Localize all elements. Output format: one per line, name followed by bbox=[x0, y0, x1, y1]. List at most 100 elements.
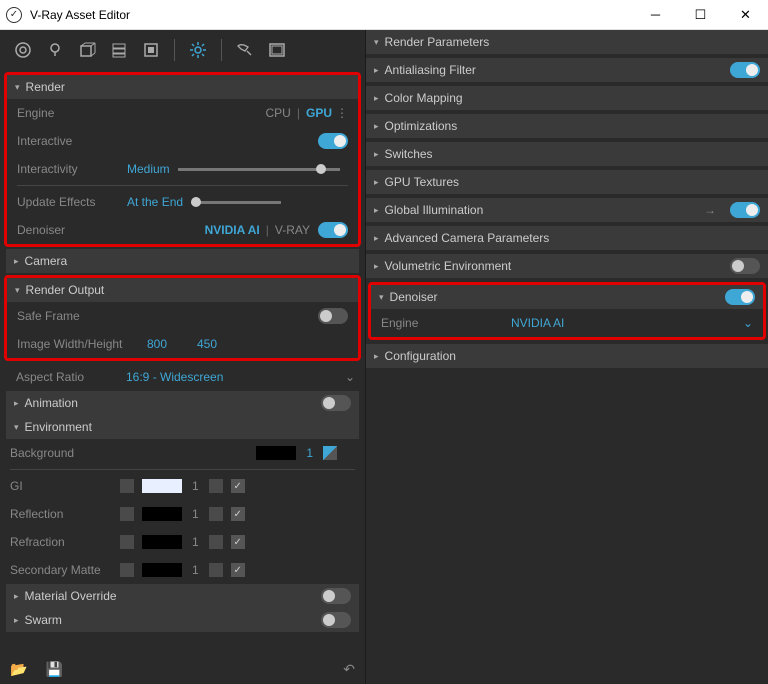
section-color-mapping[interactable]: Color Mapping bbox=[366, 86, 768, 110]
lights-icon[interactable] bbox=[42, 37, 68, 63]
render-elements-icon[interactable] bbox=[106, 37, 132, 63]
aa-filter-label: Antialiasing Filter bbox=[385, 63, 476, 77]
row-background: Background 1 bbox=[0, 439, 365, 467]
section-switches[interactable]: Switches bbox=[366, 142, 768, 166]
interactivity-value[interactable]: Medium bbox=[127, 162, 170, 176]
background-swatch[interactable] bbox=[256, 446, 296, 460]
refraction-num[interactable]: 1 bbox=[192, 535, 199, 549]
section-volumetric[interactable]: Volumetric Environment bbox=[366, 254, 768, 278]
safe-frame-toggle[interactable] bbox=[318, 308, 348, 324]
refraction-label: Refraction bbox=[10, 535, 120, 549]
section-camera-label: Camera bbox=[25, 254, 68, 268]
geometry-icon[interactable] bbox=[74, 37, 100, 63]
section-camera[interactable]: Camera bbox=[6, 249, 359, 273]
animation-toggle[interactable] bbox=[321, 395, 351, 411]
color-mapping-label: Color Mapping bbox=[385, 91, 463, 105]
section-global-illumination[interactable]: Global Illumination → bbox=[366, 198, 768, 222]
right-panel: Render Parameters Antialiasing Filter Co… bbox=[365, 30, 768, 684]
section-optimizations[interactable]: Optimizations bbox=[366, 114, 768, 138]
section-render-params[interactable]: Render Parameters bbox=[366, 30, 768, 54]
gi-num[interactable]: 1 bbox=[192, 479, 199, 493]
row-secondary-matte: Secondary Matte 1 ✓ bbox=[0, 556, 365, 584]
render-frame-icon[interactable] bbox=[264, 37, 290, 63]
materials-icon[interactable] bbox=[10, 37, 36, 63]
secondary-matte-check[interactable]: ✓ bbox=[231, 563, 245, 577]
swarm-toggle[interactable] bbox=[321, 612, 351, 628]
denoiser-nvidia-option[interactable]: NVIDIA AI bbox=[205, 223, 260, 237]
background-num[interactable]: 1 bbox=[306, 446, 313, 460]
chevron-down-icon[interactable]: ⌄ bbox=[345, 370, 355, 384]
settings-icon[interactable] bbox=[185, 37, 211, 63]
optimizations-label: Optimizations bbox=[385, 119, 458, 133]
section-animation[interactable]: Animation bbox=[6, 391, 359, 415]
secondary-matte-num[interactable]: 1 bbox=[192, 563, 199, 577]
secondary-matte-map-icon[interactable] bbox=[209, 563, 223, 577]
engine-gpu-option[interactable]: GPU bbox=[306, 106, 332, 120]
secondary-matte-enable[interactable] bbox=[120, 563, 134, 577]
section-denoiser-right[interactable]: Denoiser bbox=[371, 285, 763, 309]
row-interactive: Interactive bbox=[7, 127, 358, 155]
volumetric-label: Volumetric Environment bbox=[385, 259, 512, 273]
reflection-num[interactable]: 1 bbox=[192, 507, 199, 521]
render-section-highlight: Render Engine CPU | GPU ⋮ Interactive In… bbox=[4, 72, 361, 247]
app-icon bbox=[6, 7, 22, 23]
global-illum-toggle[interactable] bbox=[730, 202, 760, 218]
image-height-value[interactable]: 450 bbox=[197, 337, 217, 351]
gi-enable[interactable] bbox=[120, 479, 134, 493]
reflection-enable[interactable] bbox=[120, 507, 134, 521]
maximize-button[interactable]: ☐ bbox=[678, 0, 723, 30]
section-adv-camera[interactable]: Advanced Camera Parameters bbox=[366, 226, 768, 250]
section-material-override[interactable]: Material Override bbox=[6, 584, 359, 608]
textures-icon[interactable] bbox=[138, 37, 164, 63]
section-gpu-textures[interactable]: GPU Textures bbox=[366, 170, 768, 194]
interactivity-label: Interactivity bbox=[17, 162, 127, 176]
section-aa-filter[interactable]: Antialiasing Filter bbox=[366, 58, 768, 82]
close-button[interactable]: ✕ bbox=[723, 0, 768, 30]
gi-map-icon[interactable] bbox=[209, 479, 223, 493]
interactivity-slider[interactable] bbox=[178, 168, 340, 171]
material-override-toggle[interactable] bbox=[321, 588, 351, 604]
aspect-label: Aspect Ratio bbox=[16, 370, 126, 384]
reflection-check[interactable]: ✓ bbox=[231, 507, 245, 521]
dropdown-icon[interactable]: ⌄ bbox=[743, 316, 753, 330]
row-aspect: Aspect Ratio 16:9 - Widescreen ⌄ bbox=[0, 363, 365, 391]
background-map-icon[interactable] bbox=[323, 446, 337, 460]
swarm-label: Swarm bbox=[25, 613, 62, 627]
undo-icon[interactable]: ↶ bbox=[343, 661, 355, 678]
render-interactive-icon[interactable] bbox=[232, 37, 258, 63]
update-effects-value[interactable]: At the End bbox=[127, 195, 183, 209]
refraction-swatch[interactable] bbox=[142, 535, 182, 549]
volumetric-toggle[interactable] bbox=[730, 258, 760, 274]
image-width-value[interactable]: 800 bbox=[147, 337, 197, 351]
refraction-enable[interactable] bbox=[120, 535, 134, 549]
section-swarm[interactable]: Swarm bbox=[6, 608, 359, 632]
update-effects-slider[interactable] bbox=[191, 201, 281, 204]
engine-label: Engine bbox=[17, 106, 127, 120]
aspect-value[interactable]: 16:9 - Widescreen bbox=[126, 370, 223, 384]
denoiser-toggle[interactable] bbox=[318, 222, 348, 238]
section-render-output-label: Render Output bbox=[26, 283, 105, 297]
minimize-button[interactable]: ─ bbox=[633, 0, 678, 30]
engine-cpu-option[interactable]: CPU bbox=[266, 106, 291, 120]
denoiser-vray-option[interactable]: V-RAY bbox=[275, 223, 310, 237]
open-file-icon[interactable]: 📂 bbox=[10, 661, 27, 678]
refraction-map-icon[interactable] bbox=[209, 535, 223, 549]
global-illum-label: Global Illumination bbox=[385, 203, 484, 217]
section-render-label: Render bbox=[26, 80, 65, 94]
render-output-highlight: Render Output Safe Frame Image Width/Hei… bbox=[4, 275, 361, 361]
gi-check[interactable]: ✓ bbox=[231, 479, 245, 493]
denoiser-right-toggle[interactable] bbox=[725, 289, 755, 305]
denoiser-engine-value[interactable]: NVIDIA AI bbox=[511, 316, 564, 330]
section-render-output[interactable]: Render Output bbox=[7, 278, 358, 302]
reflection-swatch[interactable] bbox=[142, 507, 182, 521]
section-render[interactable]: Render bbox=[7, 75, 358, 99]
reflection-map-icon[interactable] bbox=[209, 507, 223, 521]
section-environment[interactable]: Environment bbox=[6, 415, 359, 439]
gi-swatch[interactable] bbox=[142, 479, 182, 493]
section-configuration[interactable]: Configuration bbox=[366, 344, 768, 368]
save-file-icon[interactable]: 💾 bbox=[45, 661, 62, 678]
aa-filter-toggle[interactable] bbox=[730, 62, 760, 78]
secondary-matte-swatch[interactable] bbox=[142, 563, 182, 577]
interactive-toggle[interactable] bbox=[318, 133, 348, 149]
refraction-check[interactable]: ✓ bbox=[231, 535, 245, 549]
